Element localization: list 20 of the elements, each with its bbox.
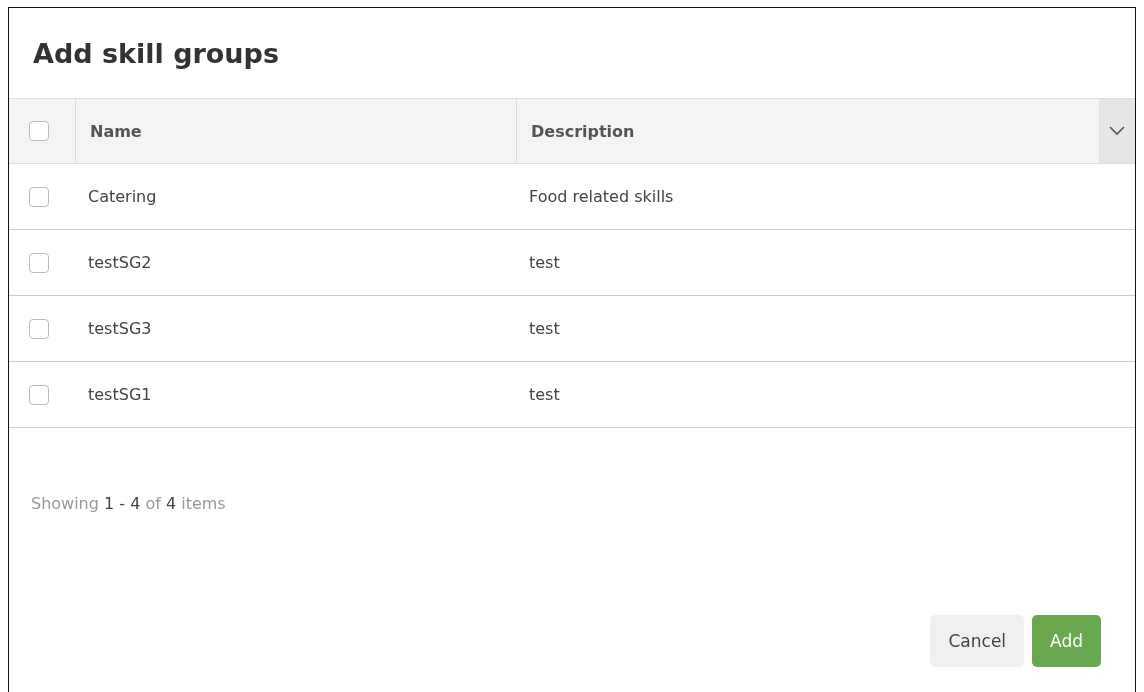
- column-header: Name: [90, 121, 142, 141]
- table-cell: test: [529, 385, 560, 404]
- checkbox[interactable]: [29, 121, 49, 141]
- pager-summary: Showing 1 - 4 of 4 items: [31, 494, 226, 513]
- table-cell: Food related skills: [529, 187, 674, 206]
- table-cell: test: [529, 253, 560, 272]
- checkbox[interactable]: [29, 186, 49, 207]
- dialog-title: Add skill groups: [32, 37, 280, 71]
- checkbox[interactable]: [29, 384, 49, 405]
- table-cell: testSG1: [88, 385, 152, 404]
- chevron-down-icon: [1109, 126, 1125, 136]
- checkbox[interactable]: [29, 318, 49, 339]
- table-cell: testSG2: [88, 253, 152, 272]
- table-cell: testSG3: [88, 319, 152, 338]
- table-cell: test: [529, 319, 560, 338]
- column-menu-button[interactable]: [1099, 98, 1135, 164]
- cancel-button[interactable]: Cancel: [930, 615, 1025, 667]
- checkbox[interactable]: [29, 252, 49, 273]
- table-cell: Catering: [88, 187, 157, 206]
- column-header: Description: [531, 121, 635, 141]
